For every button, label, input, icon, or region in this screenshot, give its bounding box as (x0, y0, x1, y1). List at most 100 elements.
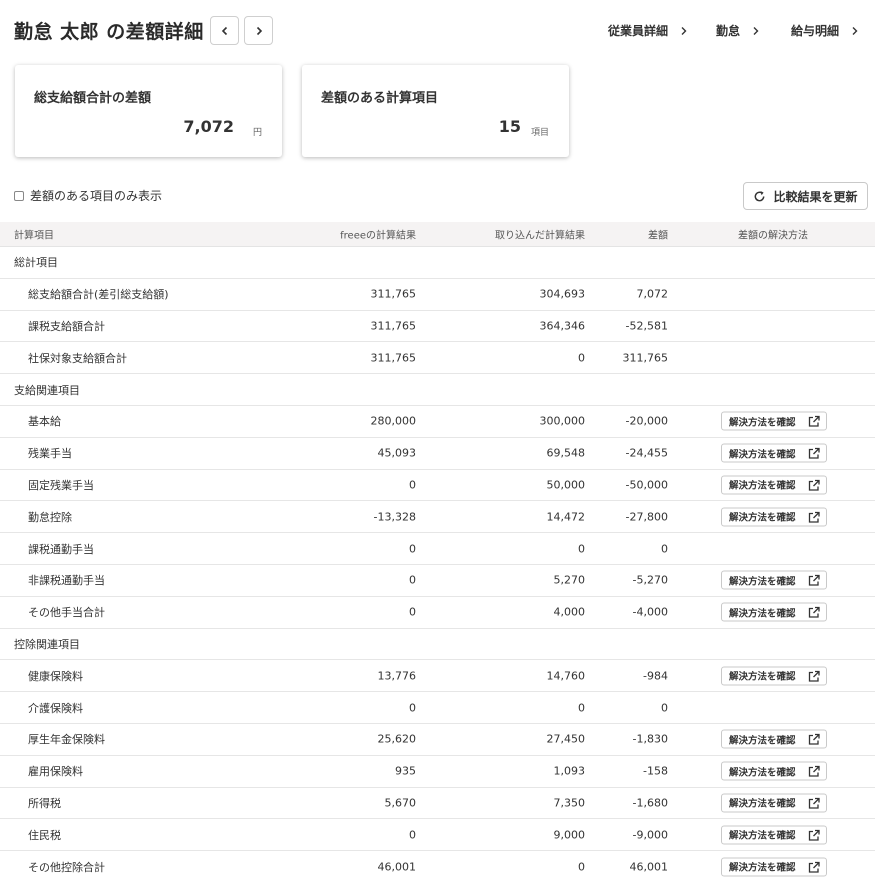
section-header-label: 支給関連項目 (14, 383, 80, 397)
diff-value: -1,680 (632, 796, 668, 810)
freee-value: 311,765 (370, 287, 417, 301)
check-resolution-label: 解決方法を確認 (729, 862, 796, 874)
freee-value: -13,328 (373, 510, 416, 524)
diff-value: -1,830 (632, 732, 668, 746)
diff-value: -27,800 (625, 510, 668, 524)
imported-value: 7,350 (553, 796, 586, 810)
check-resolution-button[interactable]: 解決方法を確認 (721, 602, 827, 622)
total-diff-value: 7,072 (183, 117, 234, 136)
section-header-row: 控除関連項目 (0, 629, 875, 661)
table-row: 非課税通勤手当 0 5,270 -5,270 解決方法を確認 (0, 565, 875, 597)
diff-items-title: 差額のある計算項目 (321, 91, 439, 106)
item-name: 雇用保険料 (28, 765, 83, 779)
diff-value: -5,270 (632, 573, 668, 587)
imported-value: 0 (578, 860, 585, 874)
diff-value: -52,581 (625, 319, 668, 333)
section-header-row: 総計項目 (0, 247, 875, 279)
diff-value: 46,001 (629, 860, 669, 874)
chevron-right-icon (256, 26, 262, 35)
diff-value: -4,000 (632, 605, 668, 619)
diff-only-filter[interactable]: 差額のある項目のみ表示 (14, 187, 162, 204)
employee-detail-link[interactable]: 従業員詳細 (608, 22, 688, 39)
item-name: 課税通勤手当 (28, 542, 94, 556)
section-header-label: 控除関連項目 (14, 637, 80, 651)
table-row: 課税通勤手当 0 0 0 (0, 533, 875, 565)
check-resolution-label: 解決方法を確認 (729, 671, 796, 683)
table-row: 所得税 5,670 7,350 -1,680 解決方法を確認 (0, 788, 875, 820)
imported-value: 364,346 (539, 319, 586, 333)
item-name: 課税支給額合計 (28, 319, 105, 333)
imported-value: 5,270 (553, 573, 586, 587)
check-resolution-button[interactable]: 解決方法を確認 (721, 793, 827, 813)
check-resolution-button[interactable]: 解決方法を確認 (721, 825, 827, 845)
section-header-row: 支給関連項目 (0, 374, 875, 406)
check-resolution-button[interactable]: 解決方法を確認 (721, 411, 827, 431)
chevron-right-icon (681, 26, 687, 35)
total-diff-unit: 円 (252, 128, 262, 138)
imported-value: 9,000 (553, 828, 586, 842)
section-header-label: 総計項目 (14, 256, 58, 270)
diff-value: 0 (661, 542, 668, 556)
diff-value: -50,000 (625, 478, 668, 492)
table-row: 総支給額合計(差引総支給額) 311,765 304,693 7,072 (0, 279, 875, 311)
table-row: 社保対象支給額合計 311,765 0 311,765 (0, 342, 875, 375)
external-link-icon (808, 829, 820, 841)
diff-value: -9,000 (632, 828, 668, 842)
check-resolution-label: 解決方法を確認 (729, 512, 796, 524)
imported-value: 50,000 (546, 478, 586, 492)
check-resolution-button[interactable]: 解決方法を確認 (721, 666, 827, 686)
attendance-link[interactable]: 勤怠 (716, 22, 760, 39)
imported-value: 0 (578, 351, 585, 365)
column-header-item: 計算項目 (14, 230, 54, 242)
item-name: 基本給 (28, 415, 61, 429)
next-employee-button[interactable] (244, 16, 273, 45)
imported-value: 4,000 (553, 605, 586, 619)
table-header: 計算項目 freeeの計算結果 取り込んだ計算結果 差額 差額の解決方法 (0, 222, 875, 247)
check-resolution-button[interactable]: 解決方法を確認 (721, 857, 827, 877)
payslip-link[interactable]: 給与明細 (791, 22, 859, 39)
diff-value: -158 (643, 764, 668, 778)
table-row: 介護保険料 0 0 0 (0, 692, 875, 724)
freee-value: 5,670 (384, 796, 417, 810)
check-resolution-button[interactable]: 解決方法を確認 (721, 570, 827, 590)
check-resolution-button[interactable]: 解決方法を確認 (721, 761, 827, 781)
item-name: 所得税 (28, 796, 61, 810)
column-header-imported: 取り込んだ計算結果 (495, 230, 585, 242)
freee-value: 935 (395, 764, 416, 778)
check-resolution-button[interactable]: 解決方法を確認 (721, 507, 827, 527)
diff-value: 0 (661, 701, 668, 715)
external-link-icon (808, 416, 820, 428)
total-diff-card: 総支給額合計の差額 7,072 円 (15, 65, 282, 157)
external-link-icon (808, 861, 820, 873)
diff-value: 7,072 (636, 287, 669, 301)
diff-only-label: 差額のある項目のみ表示 (30, 189, 163, 203)
refresh-comparison-button[interactable]: 比較結果を更新 (743, 182, 868, 210)
page-header: 勤怠 太郎 の差額詳細 従業員詳細 勤怠 給与明細 (0, 0, 875, 62)
check-resolution-button[interactable]: 解決方法を確認 (721, 729, 827, 749)
imported-value: 69,548 (546, 446, 586, 460)
column-header-resolution: 差額の解決方法 (738, 230, 808, 242)
diff-items-unit: 項目 (530, 128, 549, 138)
diff-items-card: 差額のある計算項目 15 項目 (302, 65, 569, 157)
table-row: 固定残業手当 0 50,000 -50,000 解決方法を確認 (0, 470, 875, 502)
item-name: 総支給額合計(差引総支給額) (28, 288, 169, 302)
refresh-comparison-label: 比較結果を更新 (773, 189, 858, 204)
imported-value: 0 (578, 542, 585, 556)
freee-value: 280,000 (370, 414, 417, 428)
attendance-link-label: 勤怠 (716, 24, 741, 38)
item-name: その他控除合計 (28, 860, 105, 874)
previous-employee-button[interactable] (210, 16, 239, 45)
external-link-icon (808, 797, 820, 809)
column-header-diff: 差額 (648, 230, 668, 242)
chevron-right-icon (852, 26, 858, 35)
freee-value: 0 (409, 573, 416, 587)
check-resolution-button[interactable]: 解決方法を確認 (721, 475, 827, 495)
freee-value: 45,093 (377, 446, 417, 460)
check-resolution-button[interactable]: 解決方法を確認 (721, 443, 827, 463)
freee-value: 0 (409, 605, 416, 619)
external-link-icon (808, 765, 820, 777)
freee-value: 311,765 (370, 319, 417, 333)
check-resolution-label: 解決方法を確認 (729, 417, 796, 429)
diff-only-checkbox[interactable] (14, 190, 24, 201)
table-row: 勤怠控除 -13,328 14,472 -27,800 解決方法を確認 (0, 501, 875, 534)
